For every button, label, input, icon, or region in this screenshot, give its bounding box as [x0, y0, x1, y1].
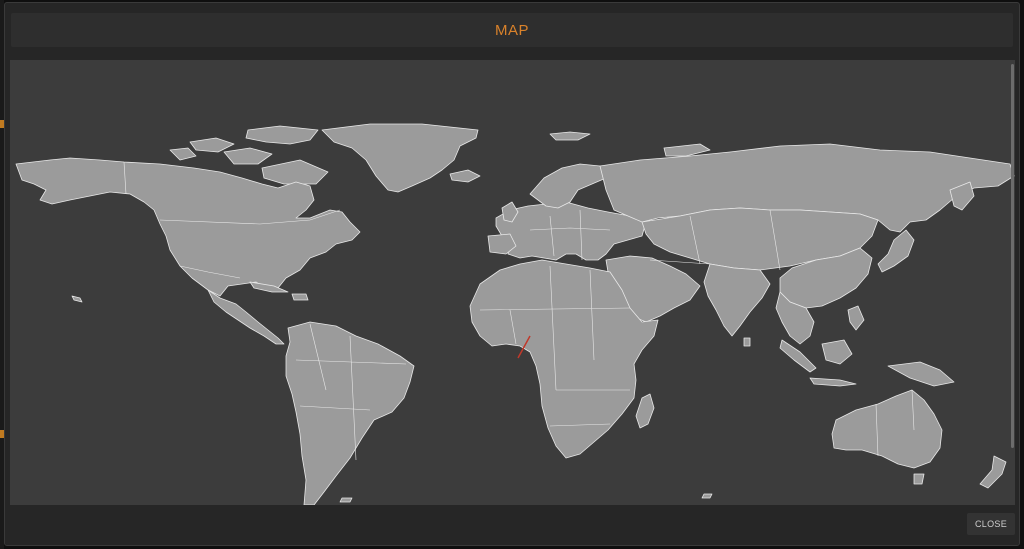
hawaii [71, 295, 83, 303]
java [809, 377, 857, 387]
philippines [847, 305, 865, 331]
tasmania [913, 473, 925, 485]
close-button[interactable]: CLOSE [966, 513, 1015, 535]
antarctica-fragment [701, 493, 713, 499]
japan [877, 229, 915, 273]
australia [831, 389, 943, 469]
modal-header: MAP [11, 13, 1013, 47]
svalbard [549, 131, 591, 141]
modal-footer: CLOSE [5, 505, 1019, 545]
iceland [449, 169, 481, 183]
south-america [285, 321, 415, 505]
scandinavia [529, 163, 607, 209]
canadian-arctic-islands [223, 147, 273, 165]
borneo [821, 339, 853, 365]
madagascar [635, 393, 655, 429]
falkland-islands [339, 497, 353, 503]
canadian-arctic-islands [245, 125, 319, 145]
central-america [207, 289, 285, 345]
hispaniola [291, 293, 309, 301]
map-scrollbar[interactable] [1011, 64, 1014, 448]
world-map-svg [15, 123, 1015, 505]
india [703, 263, 771, 337]
greenland [321, 123, 479, 193]
modal-title: MAP [494, 21, 529, 39]
new-guinea [887, 361, 955, 387]
novaya-zemlya [663, 143, 711, 157]
sri-lanka [743, 337, 751, 347]
canadian-arctic-islands [189, 137, 235, 153]
map-modal: MAP CLOSE [4, 2, 1020, 546]
sumatra [779, 339, 817, 373]
new-zealand [979, 455, 1007, 489]
canadian-arctic-islands [169, 147, 197, 161]
canadian-arctic-islands [261, 159, 329, 185]
world-map[interactable] [10, 60, 1015, 505]
